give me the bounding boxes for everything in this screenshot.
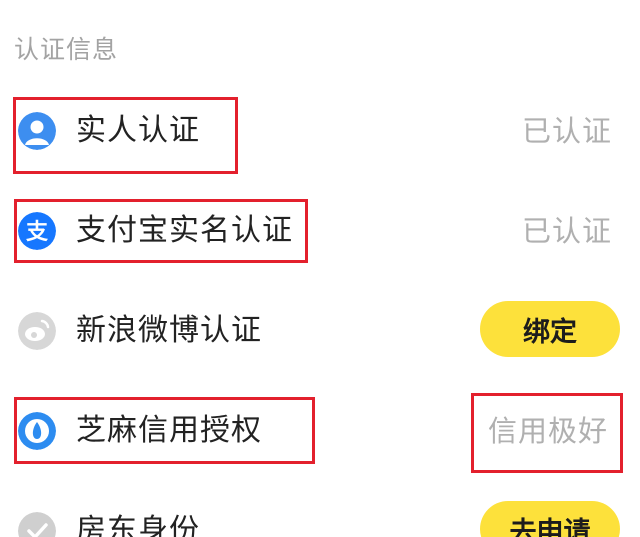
row-label: 房东身份 — [76, 513, 200, 537]
row-weibo-verification[interactable]: 新浪微博认证 绑定 — [0, 301, 640, 361]
weibo-icon — [18, 312, 56, 350]
status-verified: 已认证 — [521, 214, 612, 248]
row-landlord-identity[interactable]: 房东身份 去申请 — [0, 501, 640, 537]
status-verified: 已认证 — [521, 114, 612, 148]
highlight-box — [14, 199, 308, 263]
highlight-box — [14, 397, 315, 464]
section-title: 认证信息 — [14, 35, 119, 64]
row-label: 新浪微博认证 — [76, 313, 262, 348]
bind-button[interactable]: 绑定 — [480, 301, 620, 357]
highlight-box — [13, 97, 238, 174]
verification-screen: 认证信息 实人认证 已认证 支 支付宝实名认证 已认证 新浪微博认证 绑定 芝麻… — [0, 0, 640, 537]
apply-button[interactable]: 去申请 — [480, 501, 620, 537]
highlight-box — [471, 393, 623, 473]
check-icon — [18, 512, 56, 537]
